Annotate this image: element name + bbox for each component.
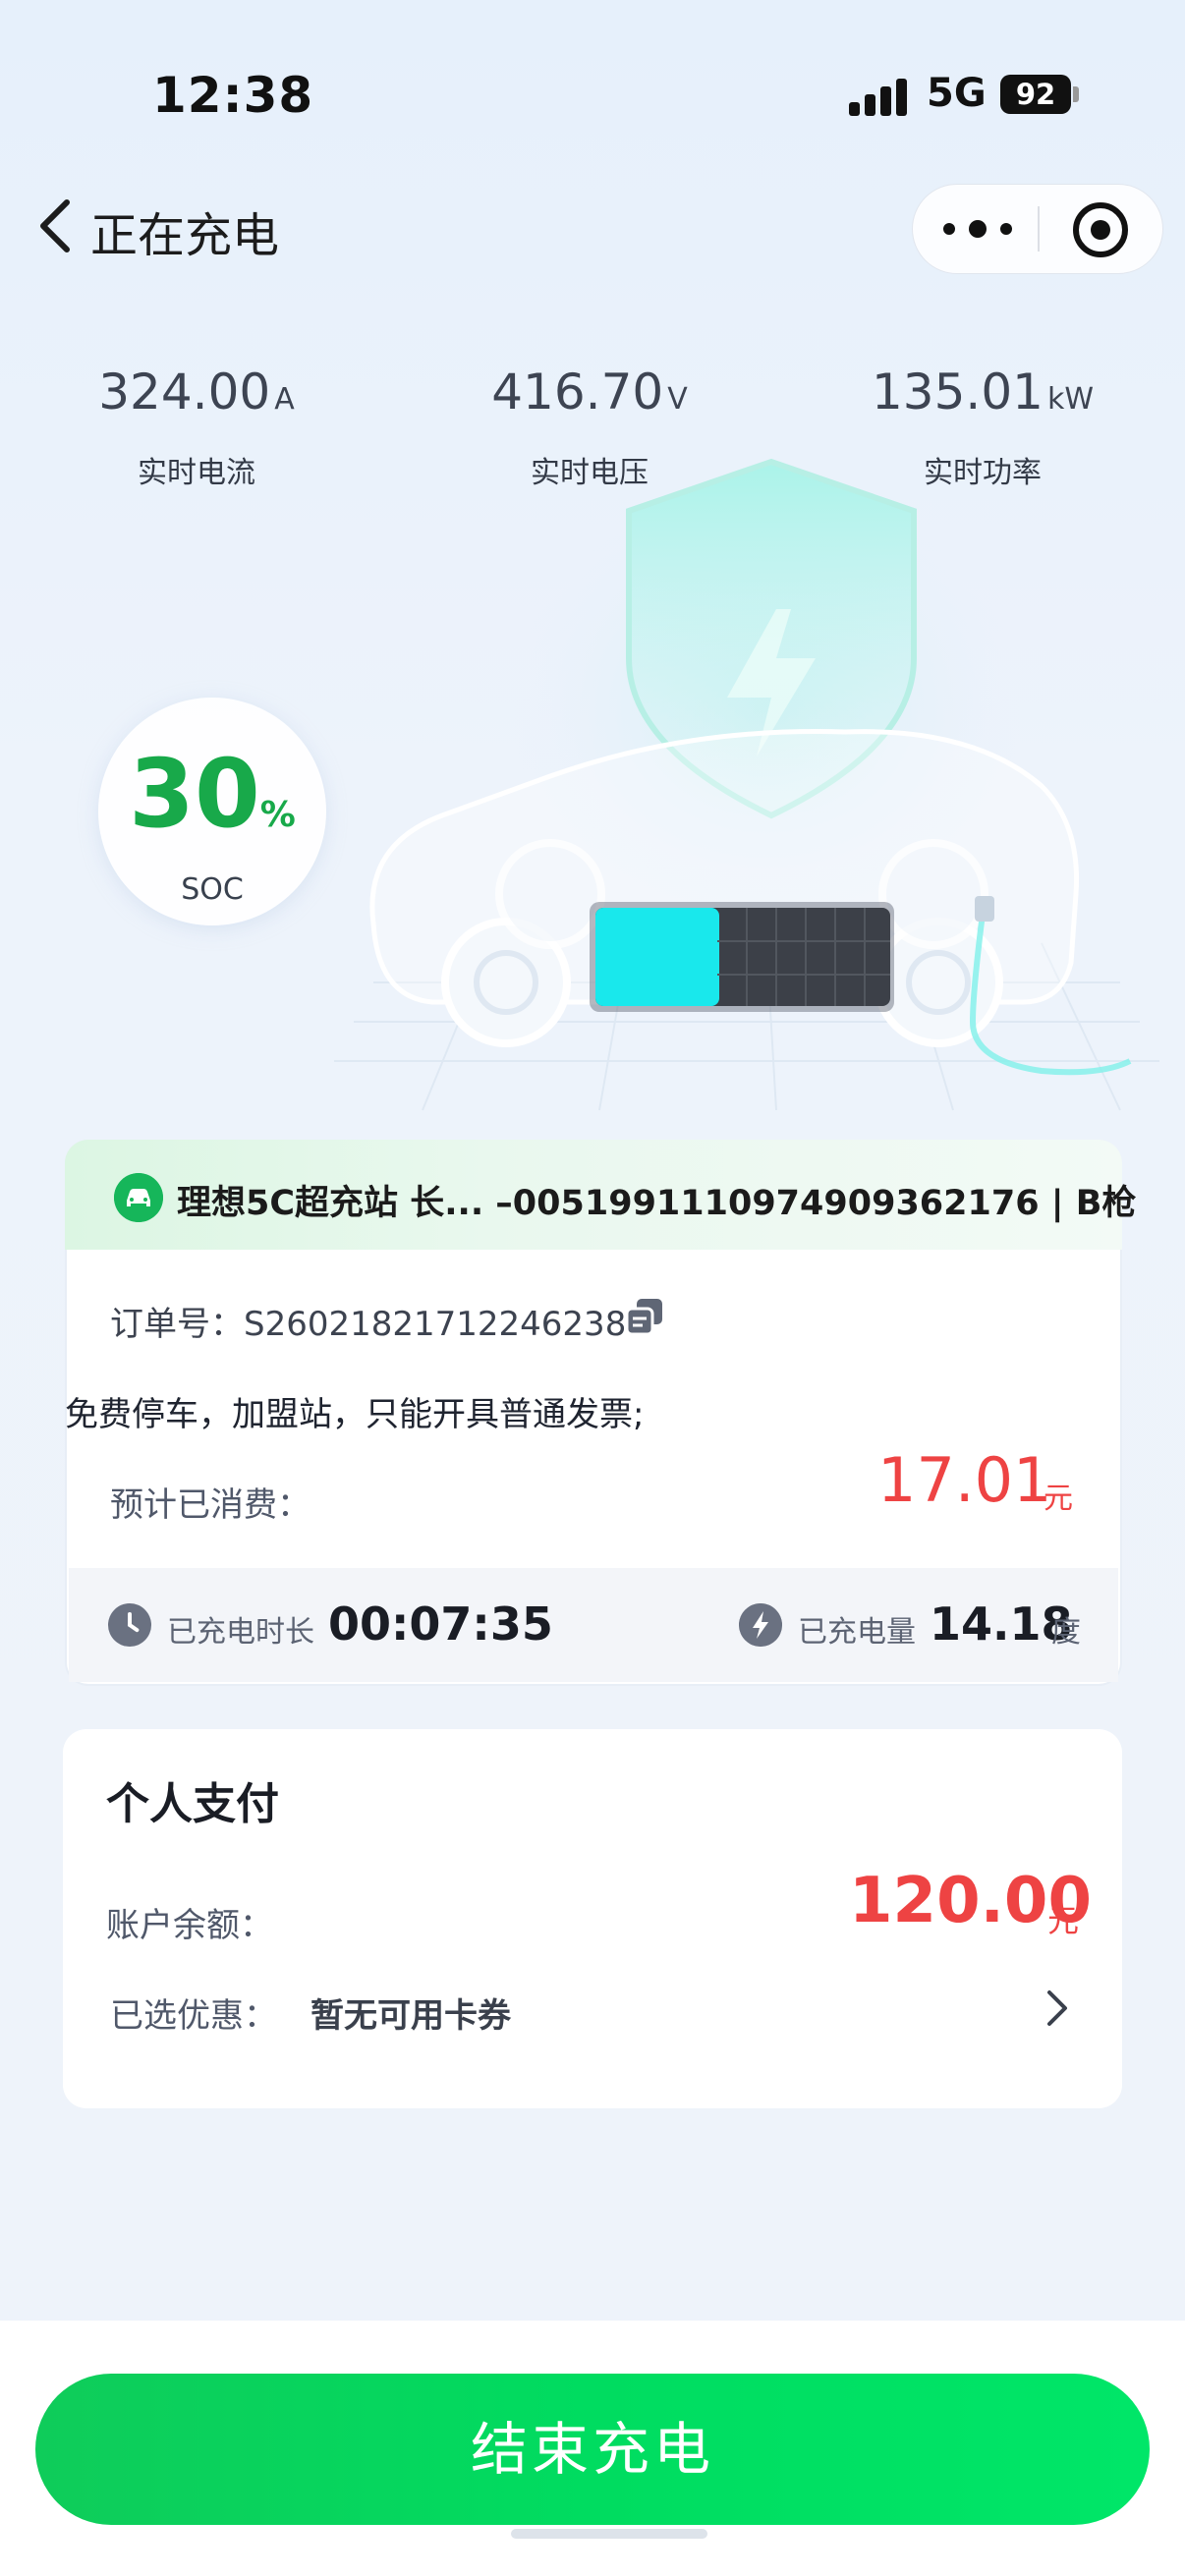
duration-label: 已充电时长 xyxy=(167,1615,314,1650)
back-arrow-icon[interactable] xyxy=(33,195,81,257)
metric-power-unit: kW xyxy=(1046,382,1094,417)
battery-tip xyxy=(1073,86,1079,102)
more-icon[interactable] xyxy=(943,206,1012,252)
soc-value: 30% xyxy=(98,739,326,849)
end-charging-button[interactable]: 结束充电 xyxy=(35,2374,1150,2525)
energy-label: 已充电量 xyxy=(798,1615,916,1650)
network-type: 5G xyxy=(927,71,987,116)
order-number: 订单号：S26021821712246238 xyxy=(110,1297,626,1345)
close-miniprogram-icon[interactable] xyxy=(1073,202,1128,257)
metric-power-value: 135.01 xyxy=(872,364,1044,420)
bolt-icon xyxy=(739,1603,782,1647)
spent-amount: 17.01 xyxy=(877,1444,1052,1516)
status-time: 12:38 xyxy=(152,67,314,124)
order-value: S26021821712246238 xyxy=(244,1305,627,1344)
metric-current-value: 324.00 xyxy=(98,364,271,420)
metric-current-unit: A xyxy=(274,382,295,417)
battery-icon: 92 xyxy=(1000,75,1071,114)
order-label: 订单号： xyxy=(110,1305,244,1344)
spent-unit: 元 xyxy=(1044,1482,1073,1516)
page-title: 正在充电 xyxy=(90,208,280,263)
balance-label: 账户余额： xyxy=(106,1906,273,1945)
signal-icon xyxy=(849,77,908,116)
home-indicator xyxy=(511,2529,707,2539)
soc-label: SOC xyxy=(181,872,244,907)
balance-unit: 元 xyxy=(1047,1902,1080,1939)
copy-icon[interactable] xyxy=(623,1295,666,1338)
metric-voltage-unit: V xyxy=(667,382,688,417)
clock-icon xyxy=(108,1603,151,1647)
payment-title: 个人支付 xyxy=(106,1779,279,1829)
metric-voltage-value: 416.70 xyxy=(491,364,664,420)
battery-pack-icon xyxy=(590,902,894,1012)
car-icon xyxy=(114,1173,163,1222)
discount-label: 已选优惠： xyxy=(110,1996,277,2036)
spent-label: 预计已消费： xyxy=(110,1485,310,1525)
station-notice: 免费停车，加盟站，只能开具普通发票; xyxy=(65,1395,645,1434)
soc-unit: % xyxy=(259,795,296,835)
discount-value[interactable]: 暂无可用卡券 xyxy=(310,1988,511,2037)
chevron-right-icon[interactable] xyxy=(1040,1987,1075,2030)
duration-value: 00:07:35 xyxy=(328,1597,553,1651)
station-name[interactable]: 理想5C超充站 长... –005199111097490936217​6 | … xyxy=(177,1175,1136,1225)
soc-number: 30 xyxy=(129,739,260,849)
capsule-divider xyxy=(1038,206,1040,252)
energy-unit: 度 xyxy=(1051,1615,1081,1650)
